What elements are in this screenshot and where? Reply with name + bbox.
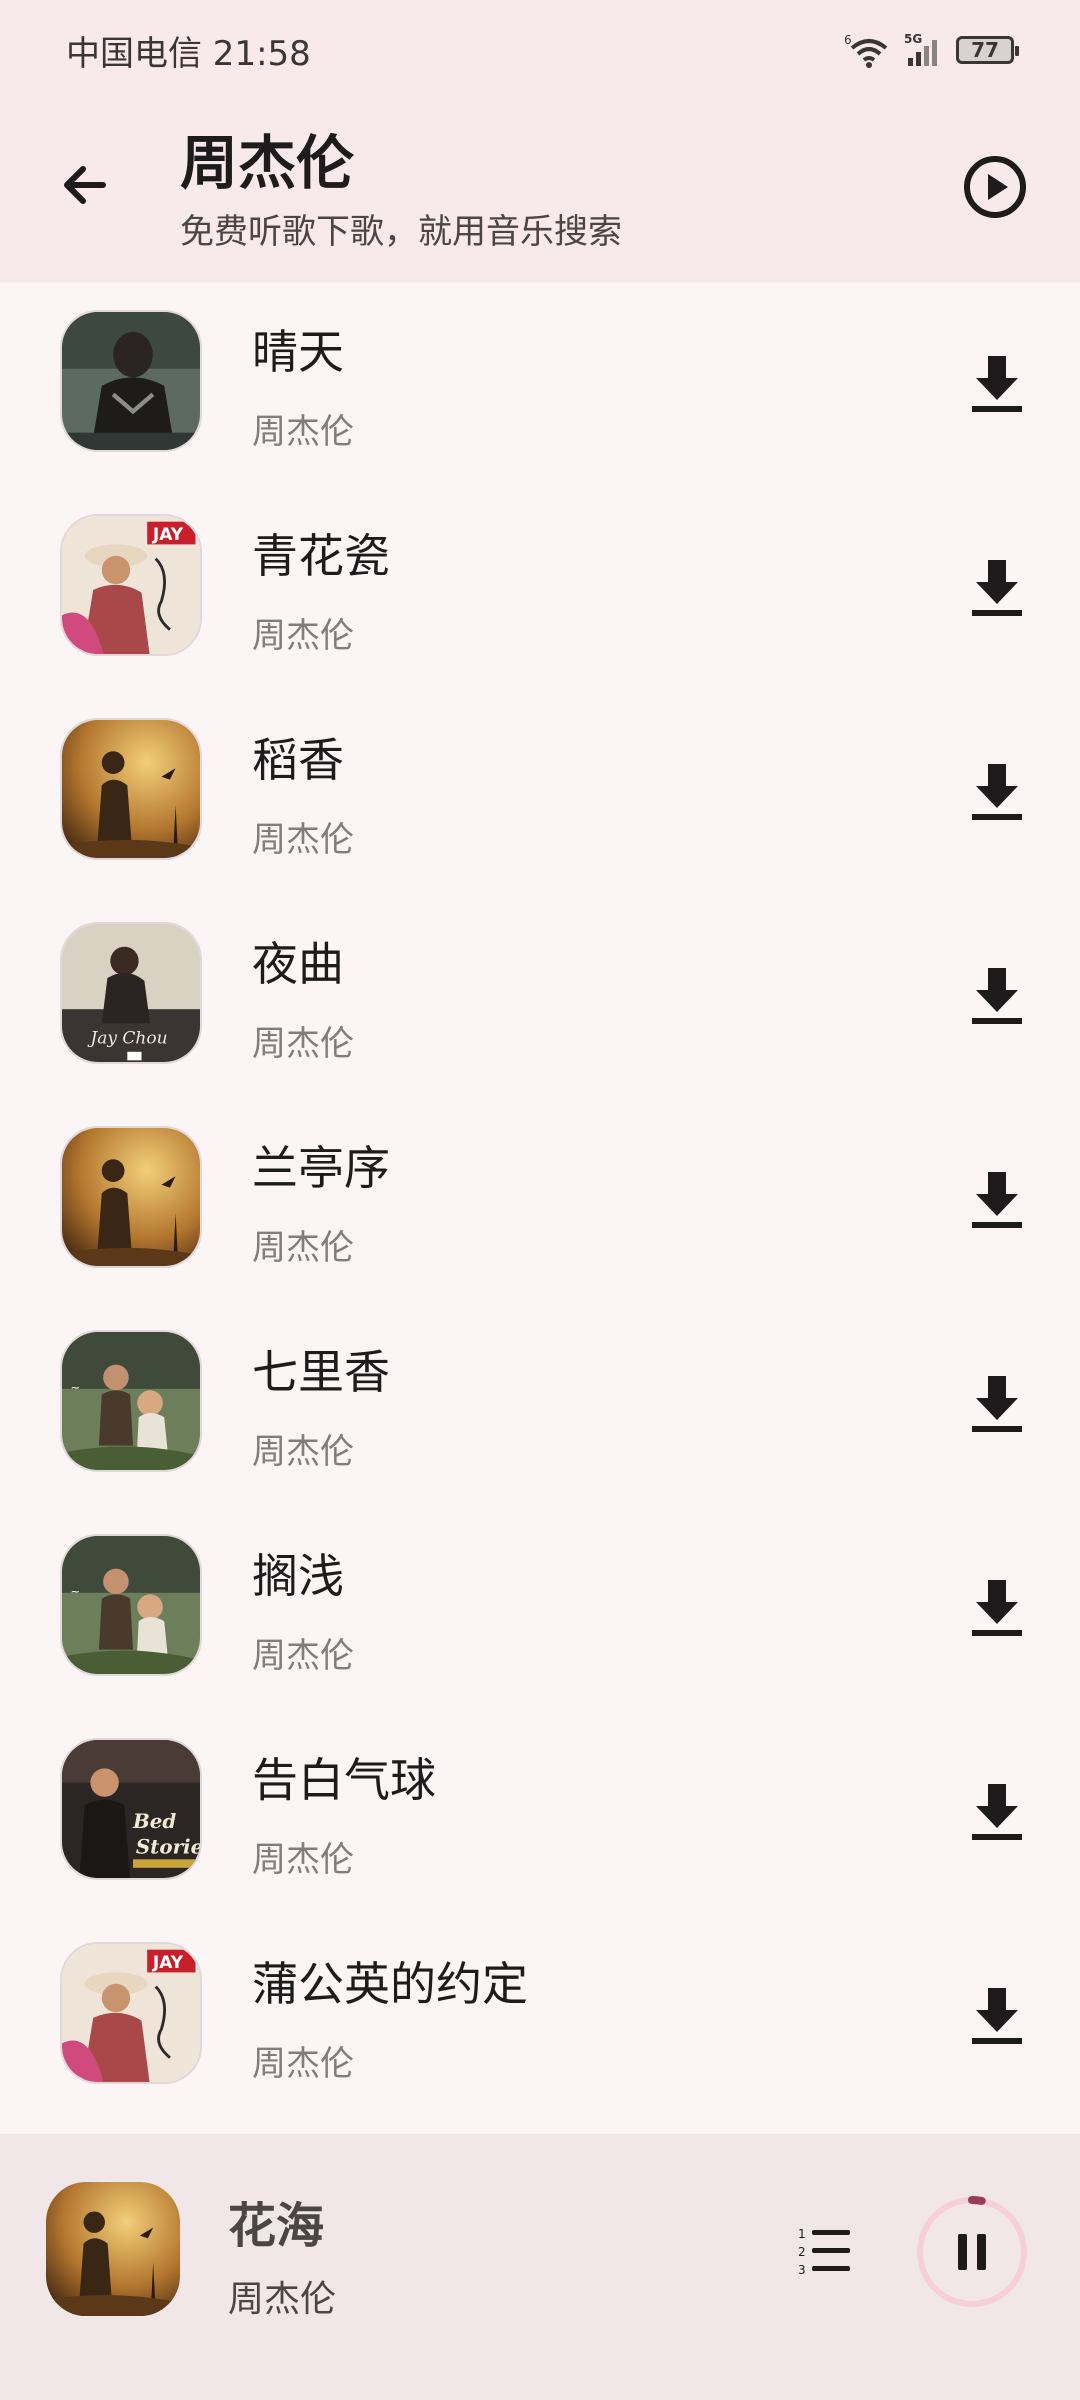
dark-jacket-cover	[62, 312, 200, 450]
song-artist: 周杰伦	[252, 1636, 354, 1676]
bedtime-stories-cover: BedStories	[62, 1740, 202, 1878]
song-title: 夜曲	[252, 937, 344, 991]
song-row[interactable]: Jay Chou 夜曲周杰伦	[0, 894, 1080, 1098]
svg-text:JAY: JAY	[152, 525, 184, 545]
now-playing-artist: 周杰伦	[228, 2279, 337, 2320]
seven-mile-cover: ~	[62, 1332, 200, 1470]
golden-field-cover	[62, 720, 200, 858]
album-cover: Jay Chou	[60, 922, 202, 1064]
song-artist: 周杰伦	[252, 1024, 354, 1064]
svg-text:~: ~	[71, 1585, 81, 1599]
download-icon	[972, 1988, 1022, 2044]
song-list: 晴天 周杰伦 JAY 青花瓷 周杰伦 稻香 周杰伦 Jay Chou 夜曲 周杰伦 兰亭序 周杰伦 ~ 七…	[0, 282, 1080, 2118]
song-artist: 周杰伦	[252, 1840, 354, 1880]
svg-text:Stories: Stories	[136, 1835, 202, 1859]
page-subtitle: 免费听歌下歌，就用音乐搜索	[180, 212, 622, 252]
song-row[interactable]: 兰亭序 周杰伦	[0, 1098, 1080, 1302]
song-row[interactable]: JAY 蒲公英的约定周杰伦	[0, 1914, 1080, 2118]
svg-text:1: 1	[798, 2227, 806, 2241]
download-button[interactable]	[966, 962, 1028, 1028]
song-row[interactable]: 晴天 周杰伦	[0, 282, 1080, 486]
song-artist: 周杰伦	[252, 1432, 354, 1472]
pause-button[interactable]	[912, 2192, 1032, 2312]
song-row[interactable]: 稻香 周杰伦	[0, 690, 1080, 894]
now-playing-title: 花海	[228, 2198, 325, 2254]
svg-text:2: 2	[798, 2245, 806, 2259]
download-button[interactable]	[966, 1778, 1028, 1844]
jay-chou-night-cover: Jay Chou	[62, 924, 200, 1062]
song-row[interactable]: ~ 七里香周杰伦	[0, 1302, 1080, 1506]
svg-text:JAY: JAY	[152, 1953, 184, 1973]
arrow-left-icon	[64, 166, 106, 204]
svg-text:~: ~	[71, 1381, 81, 1395]
svg-text:5G: 5G	[904, 32, 922, 46]
album-cover	[60, 310, 202, 452]
song-row[interactable]: JAY 青花瓷周杰伦	[0, 486, 1080, 690]
song-title: 七里香	[252, 1345, 390, 1399]
download-button[interactable]	[966, 554, 1028, 620]
golden-field-cover	[62, 1128, 200, 1266]
song-title: 兰亭序	[252, 1141, 390, 1195]
app-header: 周杰伦 免费听歌下歌，就用音乐搜索	[0, 100, 1080, 282]
back-button[interactable]	[50, 150, 120, 220]
song-title: 稻香	[252, 733, 344, 787]
carrier-time: 中国电信 21:58	[66, 33, 311, 74]
download-icon	[972, 1376, 1022, 1432]
download-button[interactable]	[966, 1370, 1028, 1436]
song-title: 蒲公英的约定	[252, 1957, 528, 2011]
album-cover: ~	[60, 1534, 202, 1676]
wifi-icon: 6	[844, 33, 888, 68]
battery-level: 77	[971, 38, 999, 62]
jay-cowboy-cover: JAY	[62, 516, 200, 654]
album-cover: JAY	[60, 514, 202, 656]
cellular-signal-icon: 5G	[904, 32, 937, 66]
svg-text:6: 6	[844, 33, 852, 47]
download-button[interactable]	[966, 1574, 1028, 1640]
song-row[interactable]: BedStories 告白气球周杰伦	[0, 1710, 1080, 1914]
jay-cowboy-cover: JAY	[62, 1944, 200, 2082]
playlist-button[interactable]: 1 2 3	[796, 2224, 856, 2280]
song-artist: 周杰伦	[252, 412, 354, 452]
download-button[interactable]	[966, 1982, 1028, 2048]
song-artist: 周杰伦	[252, 616, 354, 656]
download-icon	[972, 560, 1022, 616]
svg-text:Jay Chou: Jay Chou	[87, 1028, 167, 1048]
golden-field-cover	[46, 2182, 180, 2316]
album-cover: BedStories	[60, 1738, 202, 1880]
status-icons: 6 5G 77	[844, 32, 1019, 68]
download-icon	[972, 968, 1022, 1024]
pause-icon	[916, 2196, 1028, 2308]
download-icon	[972, 764, 1022, 820]
now-playing-cover[interactable]	[46, 2182, 180, 2316]
song-artist: 周杰伦	[252, 820, 354, 860]
download-icon	[972, 1784, 1022, 1840]
album-cover	[60, 718, 202, 860]
page-title: 周杰伦	[180, 129, 355, 197]
svg-text:Bed: Bed	[132, 1809, 176, 1833]
download-button[interactable]	[966, 758, 1028, 824]
download-icon	[972, 1580, 1022, 1636]
status-bar: 中国电信 21:58 6 5G 77	[0, 0, 1080, 100]
download-button[interactable]	[966, 1166, 1028, 1232]
play-circle-icon	[964, 156, 1026, 218]
song-row[interactable]: ~ 搁浅周杰伦	[0, 1506, 1080, 1710]
album-cover: ~	[60, 1330, 202, 1472]
song-artist: 周杰伦	[252, 1228, 354, 1268]
song-title: 晴天	[252, 325, 344, 379]
svg-text:3: 3	[798, 2263, 806, 2277]
download-icon	[972, 1172, 1022, 1228]
album-cover	[60, 1126, 202, 1268]
battery-indicator: 77	[956, 36, 1019, 64]
play-all-button[interactable]	[960, 152, 1030, 222]
download-button[interactable]	[966, 350, 1028, 416]
download-icon	[972, 356, 1022, 412]
song-title: 告白气球	[252, 1753, 436, 1807]
album-cover: JAY	[60, 1942, 202, 2084]
numbered-list-icon: 1 2 3	[798, 2227, 850, 2277]
song-title: 青花瓷	[252, 529, 390, 583]
seven-mile-cover: ~	[62, 1536, 200, 1674]
song-artist: 周杰伦	[252, 2044, 354, 2084]
song-title: 搁浅	[252, 1549, 344, 1603]
mini-player[interactable]: 花海 周杰伦 1 2 3	[0, 2134, 1080, 2400]
